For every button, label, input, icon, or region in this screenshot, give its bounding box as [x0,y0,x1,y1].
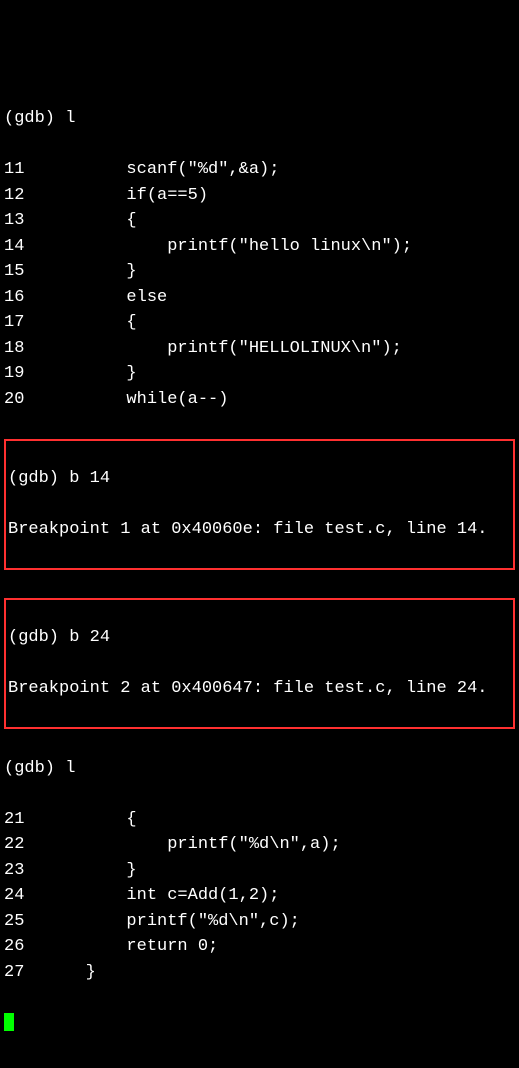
source-line: 20 while(a--) [4,387,515,413]
source-line: 12 if(a==5) [4,183,515,209]
source-line: 17 { [4,310,515,336]
source-listing-1: 11 scanf("%d",&a);12 if(a==5)13 {14 prin… [4,157,515,412]
source-line: 19 } [4,361,515,387]
gdb-prompt-list2: (gdb) l [4,756,515,782]
source-listing-2: 21 {22 printf("%d\n",a);23 }24 int c=Add… [4,807,515,986]
source-line: 16 else [4,285,515,311]
source-line: 25 printf("%d\n",c); [4,909,515,935]
source-line: 13 { [4,208,515,234]
gdb-prompt-b14: (gdb) b 14 [8,466,511,492]
source-line: 21 { [4,807,515,833]
source-line: 24 int c=Add(1,2); [4,883,515,909]
source-line: 18 printf("HELLOLINUX\n"); [4,336,515,362]
terminal-cursor[interactable] [4,1013,14,1031]
gdb-prompt-list1: (gdb) l [4,106,515,132]
source-line: 22 printf("%d\n",a); [4,832,515,858]
source-line: 27 } [4,960,515,986]
source-line: 26 return 0; [4,934,515,960]
breakpoint-block-2: (gdb) b 24 Breakpoint 2 at 0x400647: fil… [4,598,515,730]
breakpoint-block-1: (gdb) b 14 Breakpoint 1 at 0x40060e: fil… [4,439,515,571]
source-line: 15 } [4,259,515,285]
source-line: 14 printf("hello linux\n"); [4,234,515,260]
source-line: 23 } [4,858,515,884]
source-line: 11 scanf("%d",&a); [4,157,515,183]
breakpoint-output-2: Breakpoint 2 at 0x400647: file test.c, l… [8,676,511,702]
gdb-prompt-b24: (gdb) b 24 [8,625,511,651]
breakpoint-output-1: Breakpoint 1 at 0x40060e: file test.c, l… [8,517,511,543]
